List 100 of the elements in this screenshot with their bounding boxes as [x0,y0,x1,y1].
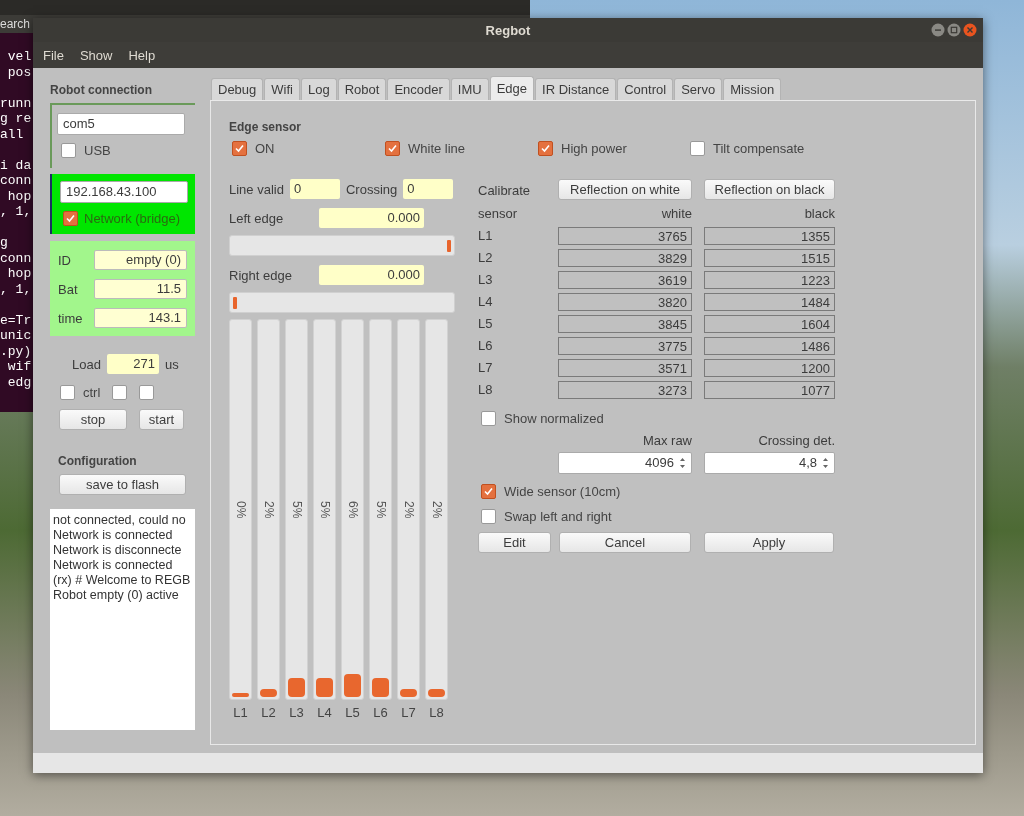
minimize-icon[interactable] [931,23,945,37]
menu-item[interactable]: File [43,47,64,63]
field-label: ID [58,252,72,268]
log-line: not connected, could no [53,513,186,528]
table-cell: 1223 [704,271,835,289]
terminal-text: hop [6,188,32,204]
row-label: L6 [478,337,494,355]
table-cell: 3845 [558,315,692,333]
table-cell: 1200 [704,359,835,377]
tab[interactable]: Control [617,78,674,100]
checkbox[interactable] [112,385,128,400]
save-button[interactable]: save to flash [59,474,186,495]
unit-label: us [164,356,179,372]
checkbox-label: Show normalized [504,411,604,426]
close-icon[interactable] [963,23,977,37]
field-label: Left edge [229,210,284,226]
terminal-text: g re [0,111,32,127]
action-button[interactable]: stop [59,409,127,430]
tab[interactable]: Mission [723,78,782,100]
table-cell: 1355 [704,227,835,245]
log-line: Network is disconnecte [53,543,182,558]
row-label: L3 [478,271,494,289]
tab[interactable]: IMU [450,78,489,100]
field-label: Calibrate [478,182,532,200]
tab[interactable]: Servo [674,78,723,100]
row-label: L2 [478,249,494,267]
menu-item[interactable]: earch [0,17,31,31]
tab[interactable]: IR Distance [535,78,617,100]
bar-label: L6 [373,705,388,720]
action-button[interactable]: Edit [478,532,551,553]
terminal-text: conn [0,250,32,266]
checkbox-label: Swap left and right [504,509,612,524]
field-label: Bat [58,281,79,297]
spin-field[interactable]: 4096 [558,452,692,474]
checkbox[interactable] [61,143,76,158]
checkbox[interactable] [690,141,705,156]
bar-reading: 2% [261,501,276,519]
checkbox[interactable] [481,509,496,524]
table-cell: 1604 [704,315,835,333]
table-cell: 3619 [558,271,692,289]
value-field: 11.5 [94,279,187,299]
menu-item[interactable]: Show [79,47,113,63]
address-field[interactable]: 192.168.43.100 [60,181,188,203]
spin-arrows-icon[interactable] [822,456,829,470]
terminal-text: , 1, [0,204,32,220]
log-line: Robot empty (0) active [53,588,179,603]
checkbox[interactable] [232,141,247,156]
terminal-text: vel [6,49,32,65]
checkbox[interactable] [481,484,496,499]
check-icon [233,142,246,155]
calibrate-button[interactable]: Reflection on black [704,179,835,200]
tab[interactable]: Edge [489,76,535,100]
action-button[interactable]: start [139,409,184,430]
checkbox[interactable] [60,385,75,400]
checkbox-label: ON [255,141,275,156]
table-cell: 1077 [704,381,835,399]
terminal-text: i da [0,157,32,173]
table-cell: 3775 [558,337,692,355]
checkbox-label: High power [561,141,627,156]
terminal-text: all [0,126,25,142]
menu-item[interactable]: Help [128,47,156,63]
bar-label: L1 [233,705,248,720]
spin-arrows-icon[interactable] [679,456,686,470]
tab[interactable]: Wifi [264,78,300,100]
tab[interactable]: Log [301,78,337,100]
check-icon [539,142,552,155]
value-field: 143.1 [94,308,187,328]
value-field: 271 [106,354,159,374]
row-label: L8 [478,381,494,399]
checkbox-label: White line [408,141,466,156]
table-cell: 3820 [558,293,692,311]
log-line: Network is connected [53,528,173,543]
bar-reading: 2% [401,501,416,519]
port-field[interactable]: com5 [57,113,185,135]
table-cell: 3273 [558,381,692,399]
terminal-text: pos [6,64,32,80]
field-label: Crossing [345,181,398,197]
maximize-icon[interactable] [947,23,961,37]
checkbox[interactable] [385,141,400,156]
calibrate-button[interactable]: Reflection on white [558,179,692,200]
terminal-text: conn [0,173,32,189]
action-button[interactable]: Apply [704,532,834,553]
checkbox[interactable] [538,141,553,156]
spin-field[interactable]: 4,8 [704,452,835,474]
check-icon [64,212,77,225]
checkbox[interactable] [481,411,496,426]
value-field: 0 [289,179,340,199]
terminal-text: hop [6,266,32,282]
terminal-text: , 1, [0,281,32,297]
tab[interactable]: Encoder [387,78,450,100]
tab[interactable]: Robot [337,78,387,100]
field-label: time [58,310,84,326]
terminal-text: wif [6,359,32,375]
action-button[interactable]: Cancel [559,532,691,553]
checkbox[interactable] [63,211,78,226]
column-header: black [803,205,835,223]
tab[interactable]: Debug [211,78,264,100]
checkbox[interactable] [139,385,155,400]
field-label: Load [72,356,101,372]
bar-reading: 5% [373,501,388,519]
